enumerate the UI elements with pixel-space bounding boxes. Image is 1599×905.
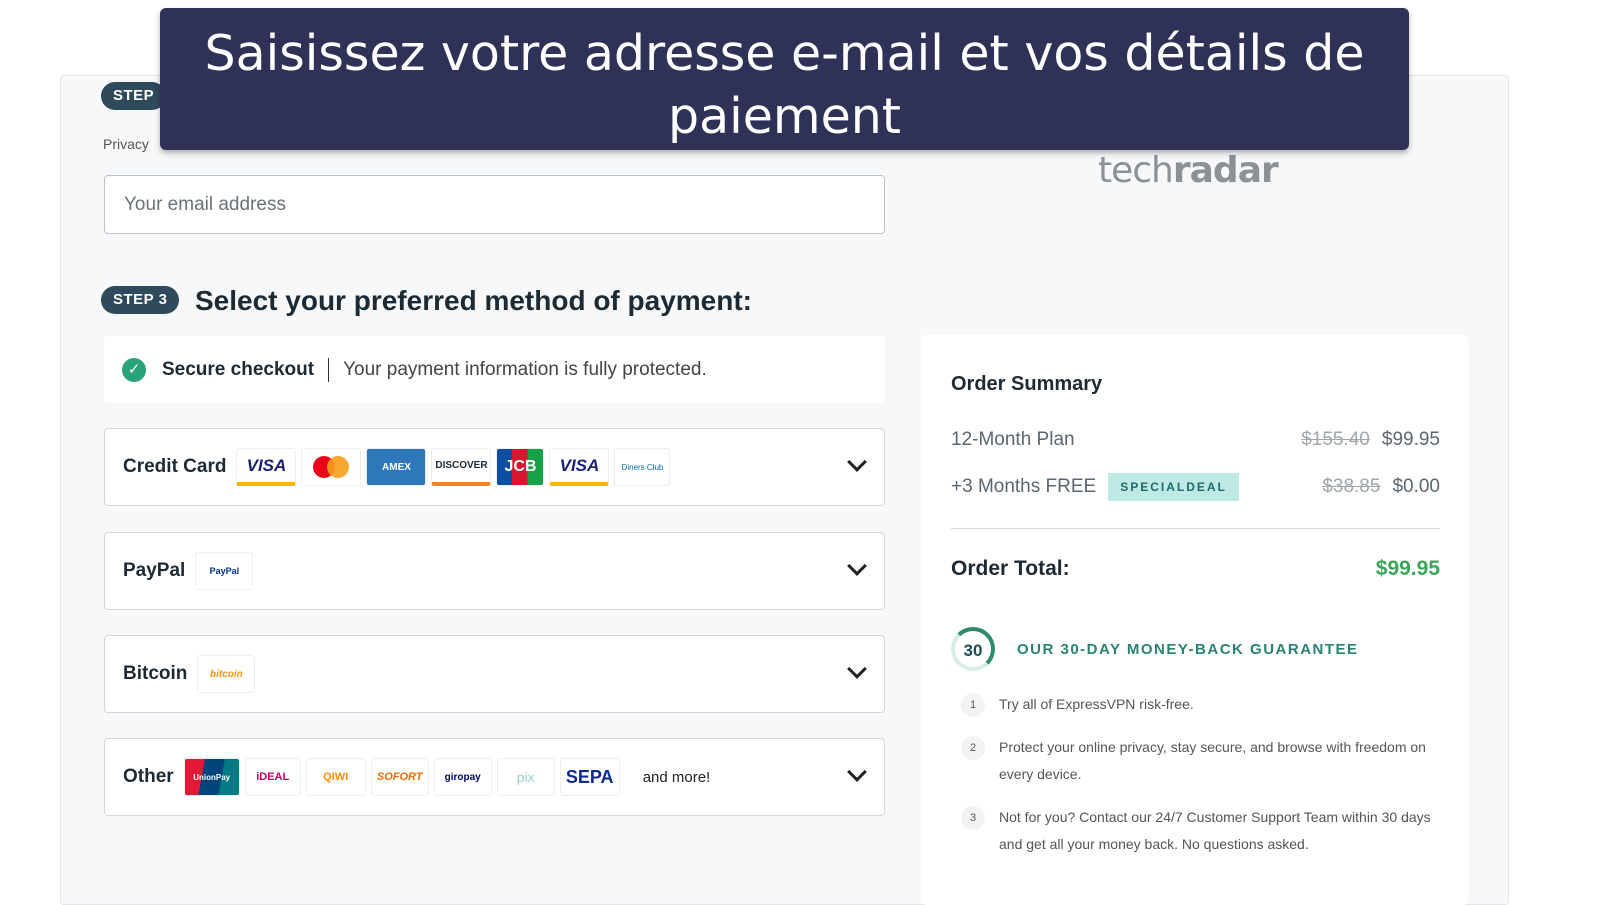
giropay-logo: giropay (433, 758, 492, 796)
plan-row: 12-Month Plan $155.40 $99.95 (951, 429, 1440, 451)
diners-club-logo: Diners Club (614, 448, 671, 486)
step-2-badge: STEP (101, 82, 167, 110)
plan-price: $99.95 (1381, 429, 1440, 450)
paypal-logo: PayPal (195, 552, 254, 590)
sepa-logo: SEPA (559, 758, 620, 796)
and-more-text: and more! (642, 768, 711, 786)
pix-logo: pix (496, 758, 555, 796)
secure-title: Secure checkout (162, 358, 315, 380)
privacy-note: Privacy (103, 136, 149, 152)
option-label: Other (123, 766, 174, 787)
sofort-logo: SOFORT (370, 758, 429, 796)
total-price: $99.95 (1375, 557, 1440, 580)
bonus-price: $0.00 (1392, 476, 1440, 497)
check-icon: ✓ (122, 357, 146, 382)
plan-label: 12-Month Plan (951, 429, 1075, 450)
chevron-down-icon[interactable] (847, 762, 867, 782)
guarantee-point: 2 Protect your online privacy, stay secur… (961, 734, 1441, 788)
option-label: Bitcoin (123, 663, 188, 684)
qiwi-logo: QIWI (305, 758, 366, 796)
bonus-label: +3 Months FREE (951, 476, 1097, 497)
special-deal-badge: SPECIALDEAL (1108, 473, 1239, 501)
bonus-row: +3 Months FREE SPECIALDEAL $38.85 $0.00 (951, 473, 1440, 501)
discover-logo: DISCOVER (431, 448, 492, 486)
ideal-logo: iDEAL (244, 758, 301, 796)
chevron-down-icon[interactable] (847, 556, 867, 576)
option-label: Credit Card (123, 456, 227, 477)
amex-logo: AMEX (366, 448, 427, 486)
payment-option-paypal[interactable]: PayPal PayPal (104, 532, 885, 610)
plan-old-price: $155.40 (1301, 429, 1370, 450)
divider (328, 357, 330, 382)
step-3-badge: STEP 3 (101, 286, 180, 314)
mastercard-logo (301, 448, 362, 486)
order-summary: Order Summary 12-Month Plan $155.40 $99.9… (921, 335, 1469, 905)
payment-heading: Select your preferred method of payment: (195, 285, 753, 316)
techradar-logo: techradar (1098, 150, 1279, 191)
chevron-down-icon[interactable] (847, 659, 867, 679)
total-label: Order Total: (951, 557, 1070, 580)
guarantee-title: OUR 30-DAY MONEY-BACK GUARANTEE (1017, 641, 1359, 658)
secure-text: Your payment information is fully protec… (343, 358, 707, 380)
email-input[interactable] (104, 175, 885, 234)
guarantee-point: 3 Not for you? Contact our 24/7 Customer … (961, 804, 1441, 858)
jcb-logo: JCB (496, 448, 545, 486)
caption-banner: Saisissez votre adresse e-mail et vos dé… (160, 8, 1409, 150)
payment-option-credit-card[interactable]: Credit Card VISA AMEX DISCOVER JCB VISA … (104, 428, 885, 506)
guarantee-point: 1 Try all of ExpressVPN risk-free. (961, 691, 1441, 718)
unionpay-logo: UnionPay (183, 758, 240, 796)
order-total-row: Order Total: $99.95 (951, 557, 1440, 581)
payment-option-bitcoin[interactable]: Bitcoin bitcoin (104, 635, 885, 713)
bonus-old-price: $38.85 (1322, 476, 1381, 497)
bitcoin-logo: bitcoin (197, 655, 256, 693)
payment-option-other[interactable]: Other UnionPay iDEAL QIWI SOFORT giropay… (104, 738, 885, 816)
summary-title: Order Summary (951, 373, 1103, 395)
visa-electron-logo: VISA (549, 448, 610, 486)
divider (951, 528, 1440, 529)
chevron-down-icon[interactable] (847, 452, 867, 472)
visa-logo: VISA (236, 448, 297, 486)
option-label: PayPal (123, 560, 186, 581)
secure-checkout-banner: ✓ Secure checkout Your payment informati… (104, 336, 885, 403)
guarantee-30-icon: 30 (951, 627, 995, 671)
